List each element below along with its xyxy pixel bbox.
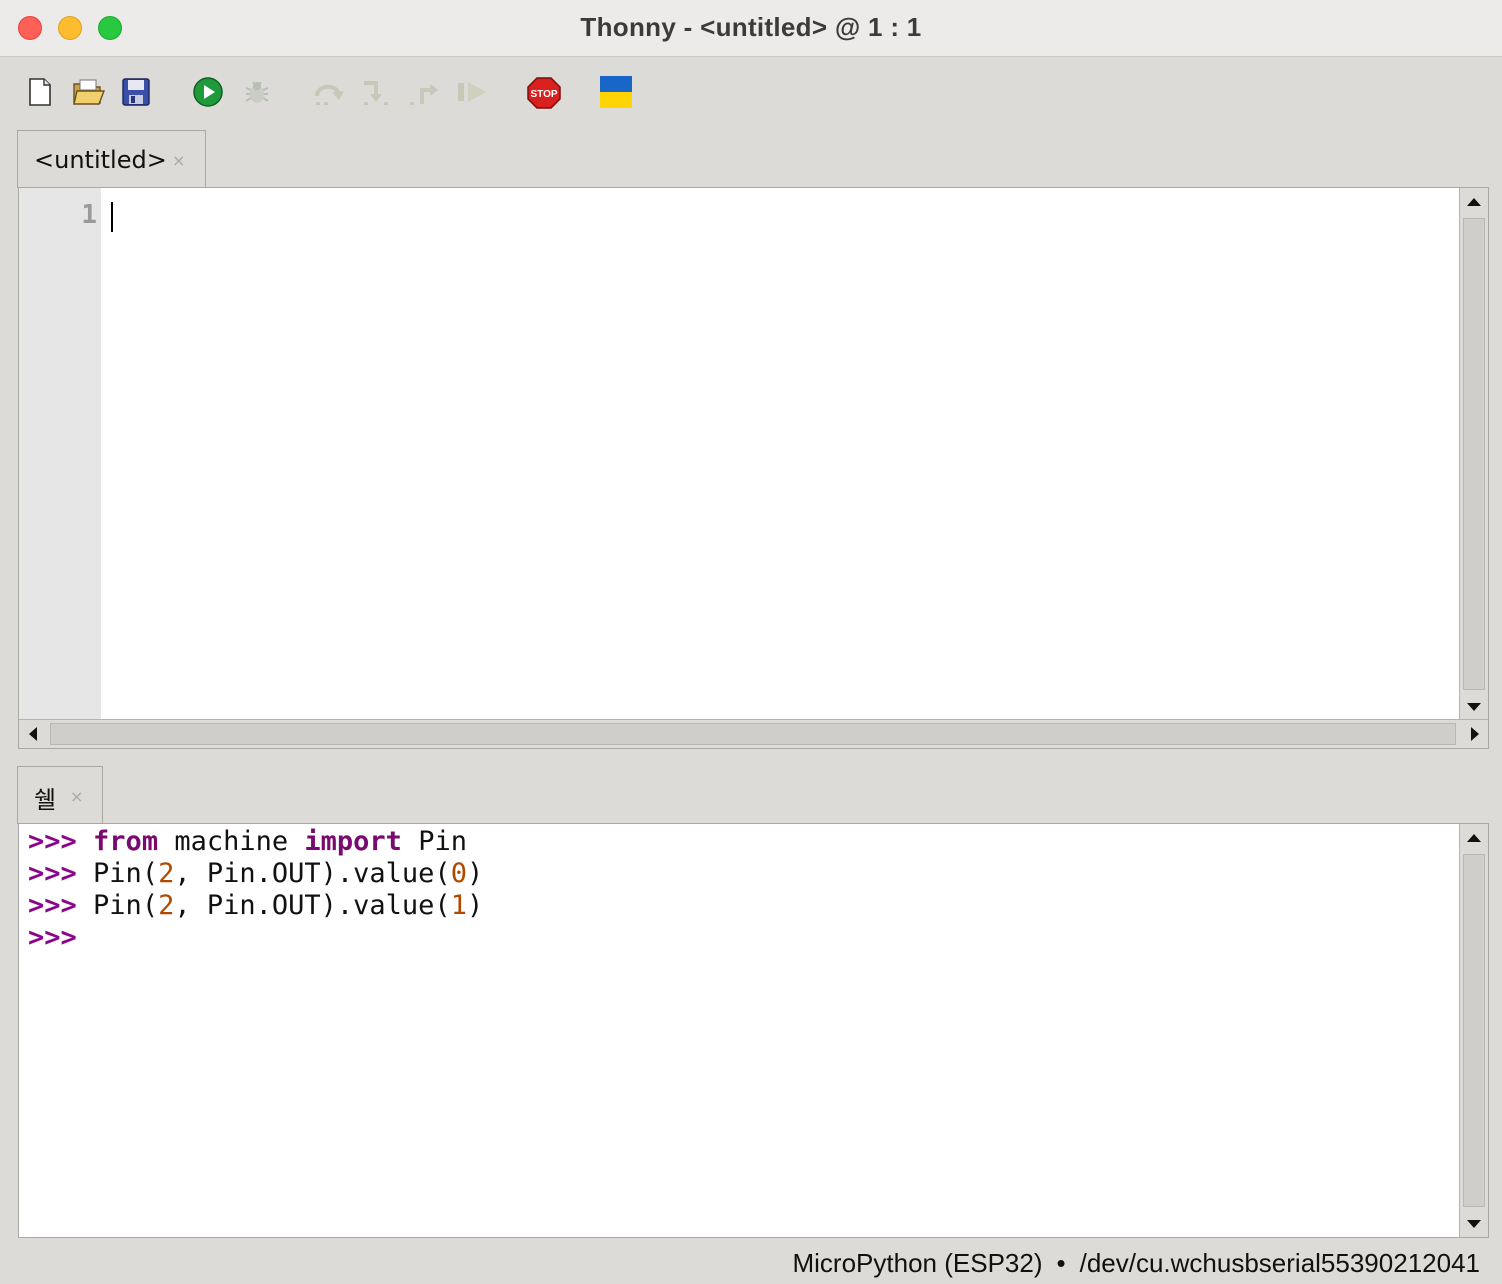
arrow-down-icon [1466, 702, 1481, 711]
code-number: 0 [450, 858, 467, 889]
scroll-trough[interactable] [1463, 854, 1485, 1207]
title-bar: Thonny - <untitled> @ 1 : 1 [0, 0, 1502, 57]
shell-tab-label: 쉘 [34, 786, 57, 814]
resume-button[interactable] [456, 76, 488, 108]
code-text: , Pin.OUT).value( [174, 858, 451, 889]
shell-output[interactable]: >>> from machine import Pin >>> Pin(2, Pi… [28, 826, 483, 954]
shell-vertical-scrollbar[interactable] [1459, 824, 1488, 1237]
code-number: 2 [158, 890, 175, 921]
scroll-right-button[interactable] [1461, 720, 1488, 747]
code-editor[interactable]: 1 [18, 187, 1489, 749]
open-file-button[interactable] [72, 76, 106, 108]
step-out-button[interactable] [408, 76, 440, 108]
shell-line: >>> Pin(2, Pin.OUT).value(0) [28, 858, 483, 890]
shell-prompt: >>> [28, 922, 77, 953]
scroll-trough[interactable] [1463, 218, 1485, 690]
arrow-down-icon [1466, 1219, 1481, 1228]
tab-untitled[interactable]: <untitled> × [17, 130, 206, 188]
stop-button[interactable]: STOP [526, 76, 561, 109]
svg-text:STOP: STOP [530, 89, 557, 100]
step-into-button[interactable] [360, 76, 392, 108]
folder-open-icon [73, 79, 106, 105]
scroll-up-button[interactable] [1460, 824, 1487, 851]
debug-button[interactable] [240, 76, 272, 108]
code-text: Pin [401, 826, 467, 857]
thonny-window: Thonny - <untitled> @ 1 : 1 STOP <untitl… [0, 0, 1502, 1284]
play-icon [193, 77, 223, 107]
step-over-button[interactable] [312, 76, 344, 108]
shell-prompt: >>> [28, 826, 77, 857]
shell-line: >>> [28, 922, 483, 954]
shell-prompt: >>> [28, 858, 77, 889]
line-number-gutter: 1 [19, 188, 101, 720]
code-text: machine [158, 826, 305, 857]
editor-vertical-scrollbar[interactable] [1459, 188, 1488, 720]
code-text: Pin( [93, 890, 159, 921]
editor-tab-close-icon[interactable]: × [172, 151, 185, 170]
step-into-icon [364, 81, 388, 105]
shell-tab-close-icon[interactable]: × [70, 787, 83, 806]
code-keyword: import [304, 826, 402, 857]
floppy-disk-icon [122, 78, 150, 106]
scroll-down-button[interactable] [1460, 1210, 1487, 1237]
ukraine-support-button[interactable] [600, 76, 632, 108]
status-bar: MicroPython (ESP32) • /dev/cu.wchusbserial… [793, 1248, 1481, 1279]
shell-line: >>> from machine import Pin [28, 826, 483, 858]
step-over-icon [315, 84, 344, 105]
arrow-up-icon [1466, 197, 1481, 206]
arrow-left-icon [28, 726, 37, 741]
step-out-icon [410, 84, 438, 105]
window-title: Thonny - <untitled> @ 1 : 1 [580, 12, 922, 42]
code-text: ) [466, 890, 484, 921]
port-label[interactable]: /dev/cu.wchusbserial55390212041 [1080, 1248, 1480, 1278]
bug-icon [245, 81, 269, 103]
text-caret [111, 202, 113, 232]
new-file-button[interactable] [24, 76, 56, 108]
run-button[interactable] [192, 76, 224, 108]
arrow-up-icon [1466, 833, 1481, 842]
code-number: 1 [450, 890, 467, 921]
arrow-right-icon [1470, 726, 1479, 741]
shell-line: >>> Pin(2, Pin.OUT).value(1) [28, 890, 483, 922]
shell-console[interactable]: >>> from machine import Pin >>> Pin(2, Pi… [18, 823, 1489, 1238]
save-file-button[interactable] [120, 76, 152, 108]
resume-icon [458, 82, 486, 102]
editor-horizontal-scrollbar[interactable] [19, 719, 1488, 748]
code-text: ) [466, 858, 484, 889]
interpreter-label[interactable]: MicroPython (ESP32) [793, 1248, 1043, 1278]
toolbar [0, 57, 1502, 129]
scroll-up-button[interactable] [1460, 188, 1487, 215]
status-separator: • [1056, 1248, 1066, 1278]
code-text: , Pin.OUT).value( [174, 890, 451, 921]
shell-prompt: >>> [28, 890, 77, 921]
ukraine-flag-icon [600, 76, 632, 108]
code-number: 2 [158, 858, 175, 889]
editor-tab-label: <untitled> [34, 146, 167, 174]
line-number: 1 [81, 200, 97, 230]
code-text: Pin( [93, 858, 159, 889]
tab-shell[interactable]: 쉘 × [17, 766, 103, 824]
new-file-icon [29, 78, 51, 106]
scroll-left-button[interactable] [19, 720, 46, 747]
editor-text-area[interactable] [101, 188, 1459, 720]
code-keyword: from [93, 826, 159, 857]
scroll-trough[interactable] [50, 723, 1456, 745]
scroll-down-button[interactable] [1460, 693, 1487, 720]
stop-sign-icon: STOP [527, 77, 561, 109]
